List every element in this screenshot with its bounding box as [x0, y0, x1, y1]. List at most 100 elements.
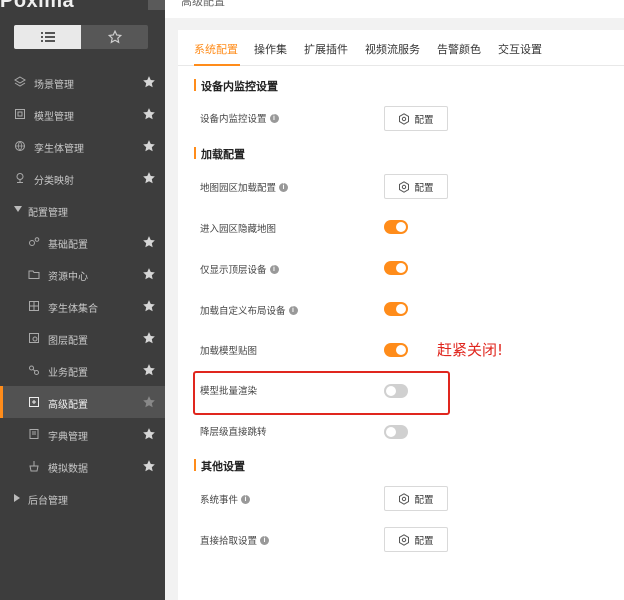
list-icon — [40, 32, 55, 42]
folder-icon — [28, 270, 40, 279]
view-toggle — [14, 25, 148, 49]
sidebar-nav: 场景管理 模型管理 孪生体管理 分类映射 配置管理 基础配置 资源中心 孪生体集… — [0, 66, 165, 514]
favorite-star-icon[interactable] — [142, 363, 156, 377]
active-indicator — [0, 386, 3, 418]
favorite-star-icon[interactable] — [142, 395, 156, 409]
info-icon: i — [279, 182, 289, 192]
settings-panel: 系统配置 操作集 扩展插件 视频流服务 告警颜色 交互设置 设备内监控设置 设备… — [178, 30, 624, 600]
book-icon — [29, 429, 39, 439]
info-icon: i — [288, 305, 298, 315]
globe-icon — [15, 141, 25, 151]
row-label-monitor-setting: 设备内监控设置 i — [200, 111, 279, 125]
toggle-jump-level[interactable] — [384, 425, 408, 439]
row-label-pick-setting: 直接拾取设置 i — [200, 533, 270, 547]
grid-icon — [29, 301, 39, 311]
layers-icon — [14, 76, 26, 87]
favorites-view-button[interactable] — [81, 25, 148, 49]
header: 高级配置 — [165, 0, 624, 18]
row-label-model-texture: 加载模型贴图 — [200, 346, 258, 357]
sidebar-item-model[interactable]: 模型管理 — [0, 98, 165, 130]
tab-alarm-color[interactable]: 告警颜色 — [437, 41, 481, 57]
highlight-box — [193, 371, 450, 415]
tab-video-stream[interactable]: 视频流服务 — [365, 41, 420, 57]
logo-area: Poxima — [0, 0, 165, 14]
toggle-knob — [396, 222, 406, 232]
broom-icon — [29, 461, 39, 472]
sidebar-item-dictionary[interactable]: 字典管理 — [0, 418, 165, 450]
sidebar-group-backend[interactable]: 后台管理 — [0, 482, 165, 514]
settings-icon — [399, 492, 410, 505]
favorite-star-icon[interactable] — [142, 299, 156, 313]
tab-underline — [194, 64, 240, 66]
tab-system-config[interactable]: 系统配置 — [194, 41, 238, 57]
gears-icon — [29, 237, 40, 246]
cube-icon — [15, 109, 25, 119]
configure-button-park-loading[interactable]: 配置 — [384, 174, 448, 199]
info-icon: i — [269, 264, 279, 274]
section-title-loading: 加载配置 — [194, 146, 245, 162]
caret-down-icon — [14, 206, 22, 212]
sidebar-item-twin[interactable]: 孪生体管理 — [0, 130, 165, 162]
section-title-other: 其他设置 — [194, 458, 245, 474]
map-pin-icon — [16, 173, 24, 183]
toggle-top-device-only[interactable] — [384, 261, 408, 275]
tab-bar: 系统配置 操作集 扩展插件 视频流服务 告警颜色 交互设置 — [178, 30, 624, 66]
row-label-system-event: 系统事件 i — [200, 492, 251, 506]
breadcrumb: 高级配置 — [181, 0, 225, 8]
caret-right-icon — [14, 494, 20, 502]
toggle-knob — [396, 304, 406, 314]
section-title-monitor: 设备内监控设置 — [194, 78, 278, 94]
toggle-knob — [396, 345, 406, 355]
sidebar-item-twin-collection[interactable]: 孪生体集合 — [0, 290, 165, 322]
favorite-star-icon[interactable] — [142, 139, 156, 153]
favorite-star-icon[interactable] — [142, 75, 156, 89]
settings-icon — [399, 112, 410, 125]
advanced-icon — [29, 397, 39, 407]
configure-button-system-event[interactable]: 配置 — [384, 486, 448, 511]
sidebar-item-mapping[interactable]: 分类映射 — [0, 162, 165, 194]
sidebar-item-layer-config[interactable]: 图层配置 — [0, 322, 165, 354]
toggle-knob — [396, 263, 406, 273]
favorite-star-icon[interactable] — [142, 107, 156, 121]
info-icon: i — [260, 535, 270, 545]
nodes-icon — [29, 365, 39, 375]
sidebar-item-resource-center[interactable]: 资源中心 — [0, 258, 165, 290]
row-label-park-loading: 地图园区加载配置 i — [200, 180, 289, 194]
toggle-hide-map[interactable] — [384, 220, 408, 234]
toggle-knob — [386, 427, 396, 437]
logo: Poxima — [0, 0, 75, 12]
configure-button-pick-setting[interactable]: 配置 — [384, 527, 448, 552]
favorite-star-icon[interactable] — [142, 427, 156, 441]
configure-button-monitor[interactable]: 配置 — [384, 106, 448, 131]
sidebar-item-advanced-config[interactable]: 高级配置 — [0, 386, 165, 418]
settings-icon — [399, 533, 410, 546]
favorite-star-icon[interactable] — [142, 331, 156, 345]
sidebar: Poxima 场景管理 模型管理 孪生体管理 分类映射 配置管理 基础配置 资源… — [0, 0, 165, 600]
favorite-star-icon[interactable] — [142, 235, 156, 249]
row-label-top-device-only: 仅显示顶层设备 i — [200, 262, 279, 276]
favorite-star-icon[interactable] — [142, 267, 156, 281]
annotation-text: 赶紧关闭! — [437, 341, 504, 359]
toggle-model-texture[interactable] — [384, 343, 408, 357]
tab-extension-plugin[interactable]: 扩展插件 — [304, 41, 348, 57]
sidebar-item-business-config[interactable]: 业务配置 — [0, 354, 165, 386]
star-outline-icon — [107, 30, 122, 44]
tab-operation-set[interactable]: 操作集 — [254, 41, 287, 57]
sidebar-group-config[interactable]: 配置管理 — [0, 194, 165, 226]
sidebar-item-mock-data[interactable]: 模拟数据 — [0, 450, 165, 482]
favorite-star-icon[interactable] — [142, 171, 156, 185]
row-label-jump-level: 降层级直接跳转 — [200, 427, 267, 438]
collapse-handle[interactable] — [148, 0, 165, 10]
list-view-button[interactable] — [14, 25, 81, 49]
row-label-custom-layout: 加载自定义布局设备 i — [200, 303, 298, 317]
info-icon: i — [241, 494, 251, 504]
image-icon — [29, 333, 39, 343]
sidebar-item-basic-config[interactable]: 基础配置 — [0, 226, 165, 258]
toggle-custom-layout[interactable] — [384, 302, 408, 316]
tab-interaction[interactable]: 交互设置 — [498, 41, 542, 57]
row-label-hide-map: 进入园区隐藏地图 — [200, 224, 277, 235]
settings-icon — [399, 180, 410, 193]
info-icon: i — [269, 113, 279, 123]
favorite-star-icon[interactable] — [142, 459, 156, 473]
sidebar-item-scene[interactable]: 场景管理 — [0, 66, 165, 98]
